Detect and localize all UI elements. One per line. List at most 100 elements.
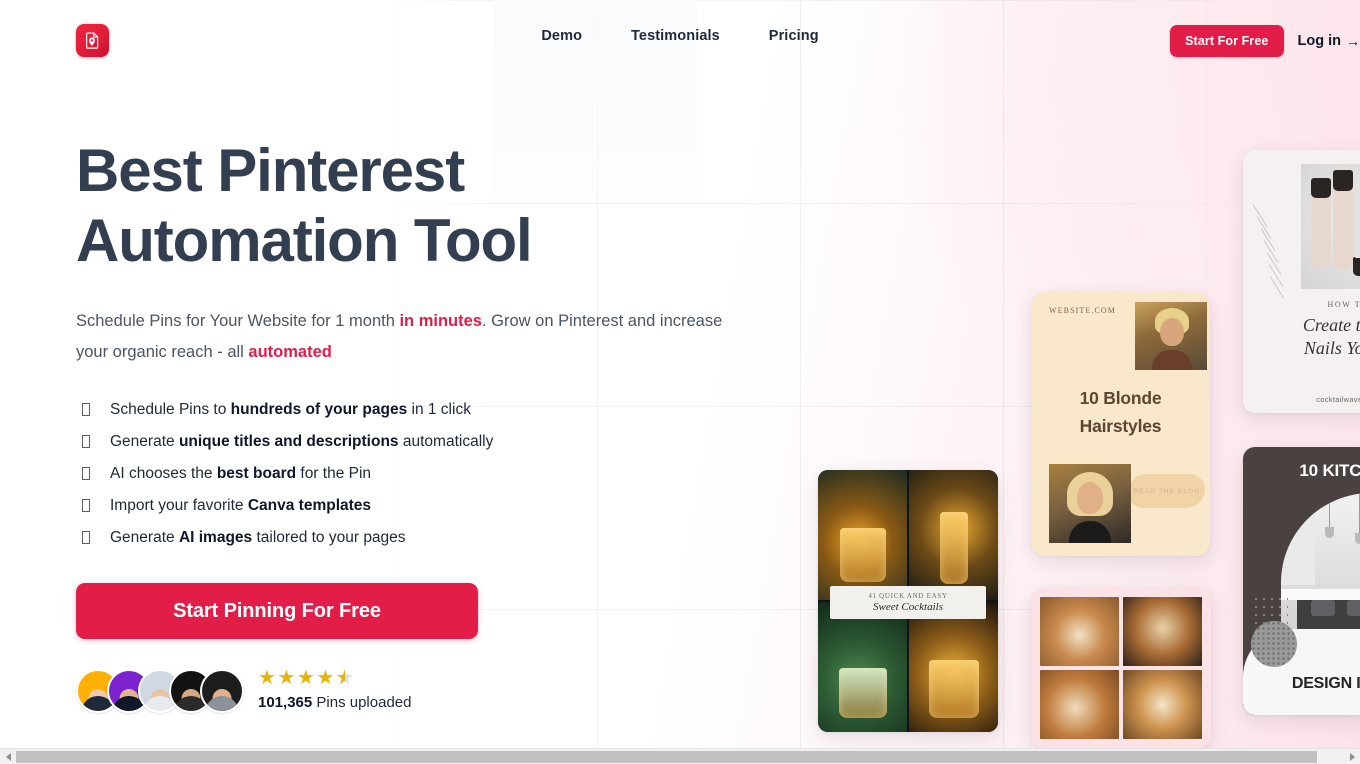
scrollbar-track[interactable] <box>16 749 1344 764</box>
blonde-website-label: WEBSITE.COM <box>1049 306 1116 315</box>
hero-title-line-2: Automation Tool <box>76 207 533 274</box>
cocktails-label-top: 41 QUICK AND EASY <box>868 592 948 600</box>
cocktails-label-bottom: Sweet Cocktails <box>873 601 943 613</box>
kitchen-subtitle: DESIGN IDEAS <box>1291 675 1360 692</box>
pin-document-icon <box>83 31 102 50</box>
login-link[interactable]: Log in → <box>1298 33 1360 49</box>
star-icon: ★ <box>258 667 278 689</box>
arrow-right-icon: → <box>1346 33 1360 49</box>
feature-pre: Schedule Pins to <box>110 401 231 418</box>
site-header: Demo Testimonials Pricing Start For Free… <box>0 0 1360 80</box>
kitchen-photo <box>1281 493 1360 630</box>
lasagna-photo <box>1123 670 1202 739</box>
feature-post: automatically <box>398 433 494 450</box>
missing-glyph-icon <box>76 394 110 426</box>
feature-post: in 1 click <box>407 401 471 418</box>
lasagna-photo <box>1040 670 1119 739</box>
cocktails-label: 41 QUICK AND EASY Sweet Cocktails <box>830 586 986 619</box>
feature-pre: Import your favorite <box>110 497 248 514</box>
scrollbar-thumb[interactable] <box>16 750 1318 763</box>
blonde-title-line-1: 10 Blonde <box>1079 388 1162 408</box>
horizontal-scrollbar[interactable] <box>0 748 1360 764</box>
list-item: Import your favorite Canva templates <box>76 490 776 522</box>
hero-subtitle-highlight-1: in minutes <box>399 312 482 330</box>
pins-count: 101,365 <box>258 694 313 711</box>
missing-glyph-icon <box>76 458 110 490</box>
hero-section: Best Pinterest Automation Tool Schedule … <box>76 136 776 715</box>
page-title: Best Pinterest Automation Tool <box>76 136 776 276</box>
feature-list: Schedule Pins to hundreds of your pages … <box>76 394 776 554</box>
avatar-group <box>76 669 244 713</box>
blonde-title: 10 Blonde Hairstyles <box>1031 384 1210 440</box>
hero-subtitle: Schedule Pins for Your Website for 1 mon… <box>76 306 756 368</box>
hero-subtitle-highlight-2: automated <box>248 343 332 361</box>
star-icon: ★ <box>277 667 297 689</box>
header-actions: Start For Free Log in → <box>1170 25 1360 57</box>
blonde-photo-top <box>1135 302 1207 370</box>
nails-eyebrow: HOW TO <box>1327 300 1360 309</box>
rating-block: ★★★★★★ 101,365 Pins uploaded <box>258 667 411 715</box>
feature-text: Generate AI images tailored to your page… <box>110 522 406 554</box>
feature-bold: hundreds of your pages <box>230 401 408 418</box>
decorative-lines <box>1247 202 1295 300</box>
scroll-right-button[interactable] <box>1344 749 1360 764</box>
feature-text: Schedule Pins to hundreds of your pages … <box>110 394 471 426</box>
lasagna-photo-grid <box>1040 597 1202 739</box>
pins-count-suffix: Pins uploaded <box>312 694 412 711</box>
feature-bold: best board <box>216 465 297 482</box>
star-half-icon: ★★ <box>335 667 356 689</box>
cocktail-photo <box>818 470 907 600</box>
lasagna-photo <box>1123 597 1202 666</box>
missing-glyph-icon <box>76 490 110 522</box>
nails-url: cocktailwave.com <box>1316 395 1360 404</box>
scroll-left-button[interactable] <box>0 749 16 764</box>
missing-glyph-icon <box>76 426 110 458</box>
nails-title: Create the B Nails You W <box>1243 314 1360 360</box>
nails-title-line-1: Create the B <box>1302 315 1360 335</box>
star-rating: ★★★★★★ <box>258 667 411 689</box>
blonde-photo-bottom <box>1049 464 1131 543</box>
chevron-right-icon <box>1349 752 1355 761</box>
halftone-circle <box>1251 621 1297 667</box>
cocktail-photo <box>909 602 998 732</box>
nav-item-pricing[interactable]: Pricing <box>769 28 819 44</box>
social-proof: ★★★★★★ 101,365 Pins uploaded <box>76 667 776 715</box>
blonde-title-line-2: Hairstyles <box>1079 416 1162 436</box>
start-for-free-button[interactable]: Start For Free <box>1170 25 1284 57</box>
list-item: Generate unique titles and descriptions … <box>76 426 776 458</box>
feature-pre: Generate <box>110 529 179 546</box>
hero-title-line-1: Best Pinterest <box>76 137 465 204</box>
nails-photo <box>1301 164 1360 289</box>
star-icon: ★ <box>316 667 336 689</box>
feature-bold: unique titles and descriptions <box>178 433 399 450</box>
nav-item-demo[interactable]: Demo <box>541 28 582 44</box>
page-root: Demo Testimonials Pricing Start For Free… <box>0 0 1360 748</box>
list-item: Generate AI images tailored to your page… <box>76 522 776 554</box>
feature-post: tailored to your pages <box>252 529 406 546</box>
nails-title-line-2: Nails You W <box>1303 338 1360 358</box>
cocktail-photo <box>909 470 998 600</box>
logo-button[interactable] <box>76 24 109 57</box>
pin-card-blonde-hairstyles[interactable]: WEBSITE.COM 10 Blonde Hairstyles READ TH… <box>1031 292 1210 556</box>
feature-text: AI chooses the best board for the Pin <box>110 458 371 490</box>
pin-card-cocktails[interactable]: 41 QUICK AND EASY Sweet Cocktails <box>818 470 998 732</box>
pin-card-kitchen[interactable]: 10 KITCHEN DESIGN IDEAS <box>1243 447 1360 715</box>
pin-card-nails[interactable]: HOW TO Create the B Nails You W cocktail… <box>1243 150 1360 413</box>
cocktail-photo <box>818 602 907 732</box>
login-label: Log in <box>1297 33 1342 49</box>
feature-bold: AI images <box>178 529 253 546</box>
pins-uploaded-text: 101,365 Pins uploaded <box>258 691 411 715</box>
start-pinning-for-free-button[interactable]: Start Pinning For Free <box>76 583 478 639</box>
missing-glyph-icon <box>76 522 110 554</box>
chevron-left-icon <box>5 752 11 761</box>
feature-pre: AI chooses the <box>110 465 217 482</box>
avatar <box>200 669 244 713</box>
pin-card-lasagna[interactable] <box>1031 588 1211 748</box>
star-icon: ★ <box>296 667 317 689</box>
feature-bold: Canva templates <box>247 497 372 514</box>
lasagna-photo <box>1040 597 1119 666</box>
feature-text: Generate unique titles and descriptions … <box>110 426 493 458</box>
nav-item-testimonials[interactable]: Testimonials <box>631 28 720 44</box>
main-nav: Demo Testimonials Pricing <box>541 28 818 44</box>
read-the-blog-badge[interactable]: READ THE BLOG <box>1129 474 1205 508</box>
